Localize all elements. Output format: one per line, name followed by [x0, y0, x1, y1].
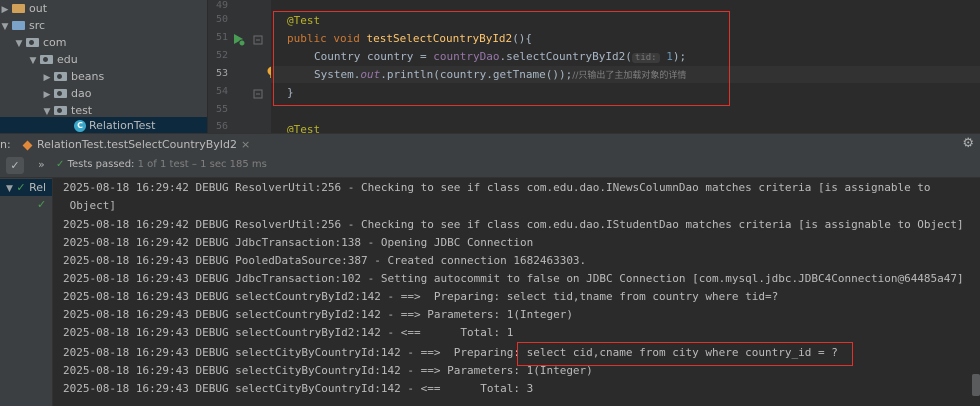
log-line: 2025-08-18 16:29:43 DEBUG JdbcTransactio…: [63, 272, 964, 285]
tree-item-out[interactable]: ▶ out: [0, 0, 47, 17]
line-number: 54: [215, 86, 228, 97]
fold-icon[interactable]: [253, 89, 263, 99]
package-icon: [54, 89, 67, 98]
highlight-box-sql: [517, 342, 853, 366]
package-icon: [54, 106, 67, 115]
tree-item-src[interactable]: ▼ src: [0, 17, 46, 36]
log-line: 2025-08-18 16:29:43 DEBUG selectCountryB…: [63, 326, 514, 339]
test-class-icon: C: [74, 120, 86, 132]
run-test-icon[interactable]: [232, 33, 246, 47]
gear-icon[interactable]: ⚙: [962, 136, 974, 151]
test-result-root[interactable]: ▼ ✓ Rel: [0, 179, 52, 196]
expand-chevron-icon[interactable]: »: [38, 158, 45, 171]
tree-item-edu[interactable]: ▼ edu: [28, 51, 78, 68]
editor-gutter: 49 50 51 52 53 54 55 56: [207, 0, 277, 133]
log-line: 2025-08-18 16:29:42 DEBUG JdbcTransactio…: [63, 236, 534, 249]
run-label: n:: [0, 138, 11, 151]
test-results-tree: ▼ ✓ Rel ✓: [0, 178, 53, 406]
log-line: 2025-08-18 16:29:43 DEBUG selectCityByCo…: [63, 364, 593, 377]
chevron-down-icon[interactable]: ▼: [6, 184, 13, 194]
run-tool-window-header: n: RelationTest.testSelectCountryById2 × …: [0, 133, 980, 157]
show-passed-button[interactable]: ✓: [6, 157, 24, 174]
test-result-child[interactable]: ✓: [37, 196, 46, 213]
console-output[interactable]: 2025-08-18 16:29:42 DEBUG ResolverUtil:2…: [53, 178, 980, 406]
package-icon: [40, 55, 53, 64]
folder-icon: [12, 21, 25, 30]
folder-icon: [12, 4, 25, 13]
package-icon: [26, 38, 39, 47]
log-line: Object]: [63, 199, 116, 212]
test-status: ✓ Tests passed: 1 of 1 test – 1 sec 185 …: [56, 159, 267, 170]
line-number: 56: [215, 121, 228, 132]
line-number: 55: [215, 104, 228, 115]
tab-run-config[interactable]: RelationTest.testSelectCountryById2 ×: [18, 134, 259, 157]
log-line: 2025-08-18 16:29:43 DEBUG selectCountryB…: [63, 308, 573, 321]
check-icon: ✓: [37, 198, 47, 211]
tree-item-relationtest[interactable]: C RelationTest: [0, 117, 207, 134]
run-config-icon: [22, 140, 33, 150]
log-line: 2025-08-18 16:29:43 DEBUG selectCityByCo…: [63, 382, 534, 395]
log-line: 2025-08-18 16:29:43 DEBUG PooledDataSour…: [63, 254, 587, 267]
project-tree: ▶ out ▼ src ▼ com ▼ edu ▶ beans ▶ dao ▼ test CR…: [0, 0, 207, 134]
package-icon: [54, 72, 67, 81]
log-line: 2025-08-18 16:29:43 DEBUG selectCountryB…: [63, 290, 779, 303]
check-icon: ✓: [16, 181, 26, 194]
tree-item-beans[interactable]: ▶ beans: [42, 68, 105, 85]
chevron-down-icon[interactable]: ▼: [14, 36, 24, 53]
log-line: 2025-08-18 16:29:42 DEBUG ResolverUtil:2…: [63, 181, 931, 194]
test-toolbar: ✓ » ✓ Tests passed: 1 of 1 test – 1 sec …: [0, 155, 980, 178]
chevron-down-icon[interactable]: ▼: [28, 53, 38, 70]
scrollbar-thumb[interactable]: [972, 374, 980, 396]
line-number: 50: [215, 14, 228, 25]
code-editor[interactable]: @Test public void testSelectCountryById2…: [271, 0, 980, 136]
line-number: 53: [215, 68, 228, 79]
fold-icon[interactable]: [253, 35, 263, 45]
log-line: 2025-08-18 16:29:42 DEBUG ResolverUtil:2…: [63, 218, 964, 231]
tree-item-com[interactable]: ▼ com: [14, 34, 67, 51]
close-icon[interactable]: ×: [241, 138, 250, 151]
check-icon: ✓: [56, 159, 65, 170]
line-number: 49: [215, 0, 228, 11]
line-number: 51: [215, 32, 228, 43]
line-number: 52: [215, 50, 228, 61]
tree-item-dao[interactable]: ▶ dao: [42, 85, 92, 102]
highlight-box-code: [273, 11, 730, 106]
chevron-down-icon[interactable]: ▼: [0, 19, 10, 36]
